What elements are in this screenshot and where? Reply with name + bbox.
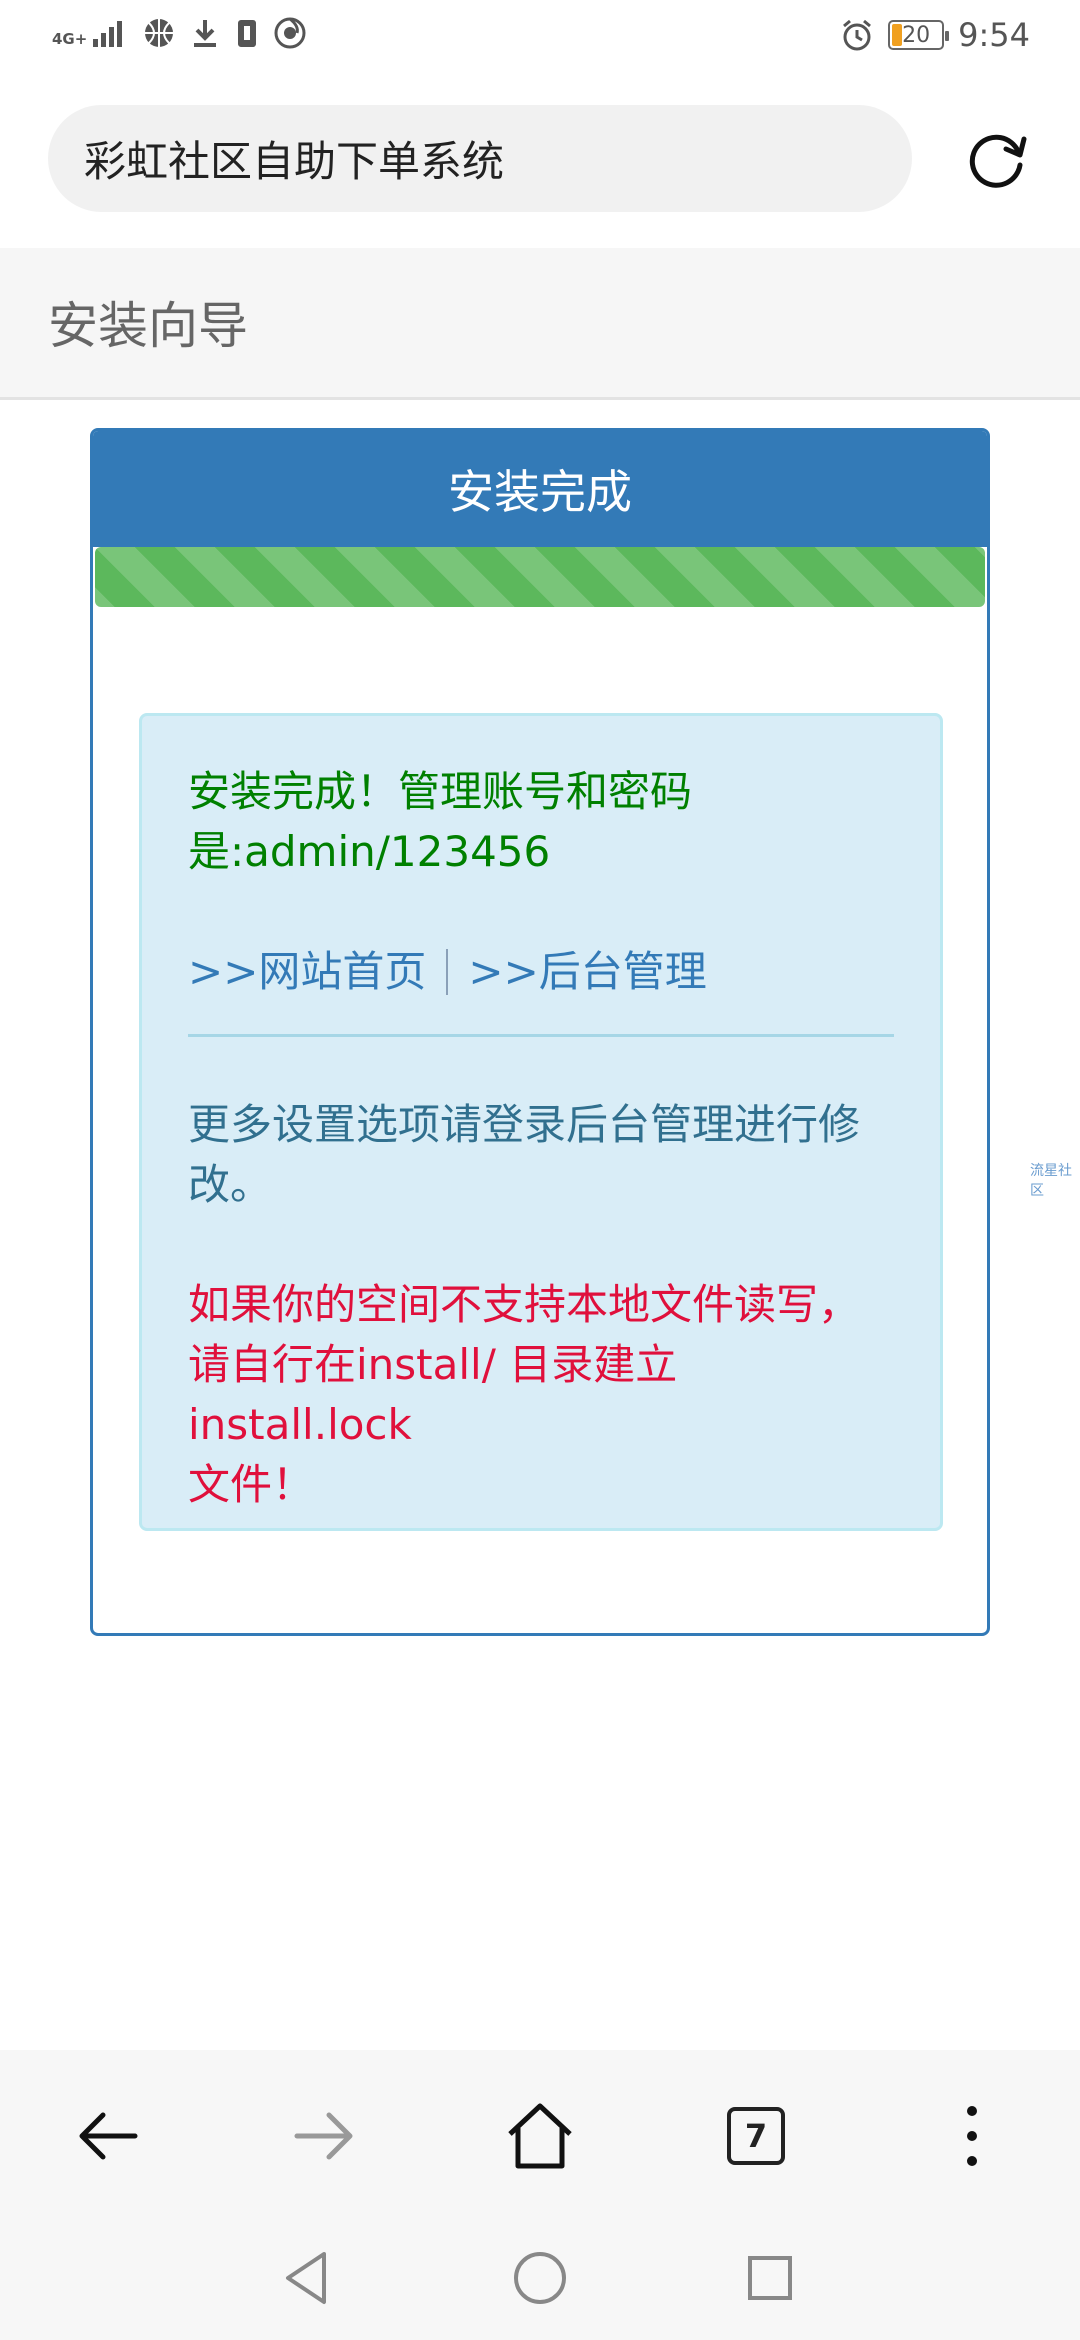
nav-home-icon[interactable] <box>508 2246 572 2310</box>
tabs-button[interactable]: 7 <box>716 2096 796 2176</box>
admin-link[interactable]: >>后台管理 <box>468 942 706 1002</box>
reload-icon[interactable] <box>958 121 1034 197</box>
tabs-icon: 7 <box>727 2107 785 2165</box>
battery-indicator: 20 <box>888 20 950 50</box>
home-link[interactable]: >>网站首页 <box>188 942 426 1002</box>
info-line1: 更多设置选项请登录后台管理进行修 <box>188 1100 861 1149</box>
warning-line3: 文件！ <box>188 1460 315 1509</box>
status-right: 20 9:54 <box>840 16 1030 54</box>
progress-bar <box>95 547 985 607</box>
success-message-line1: 安装完成！管理账号和密码 <box>188 767 693 816</box>
browser-icon <box>274 17 306 49</box>
link-group: >>网站首页 >>后台管理 <box>188 942 894 1002</box>
status-left: 4G+ <box>52 16 307 50</box>
success-message: 安装完成！管理账号和密码 是:admin/123456 <box>188 762 894 882</box>
signal-icon <box>93 21 123 47</box>
address-field[interactable]: 彩虹社区自助下单系统 <box>48 105 912 212</box>
warning-line2: 请自行在install/ 目录建立 install.lock <box>188 1340 678 1449</box>
warning-line1: 如果你的空间不支持本地文件读写， <box>188 1280 861 1329</box>
link-separator <box>446 949 449 995</box>
battery-fill <box>892 24 903 46</box>
network-indicator: 4G+ <box>52 19 129 47</box>
forward-button[interactable] <box>284 2096 364 2176</box>
nav-recents-icon[interactable] <box>738 2246 802 2310</box>
divider <box>188 1034 894 1037</box>
install-panel: 安装完成 安装完成！管理账号和密码 是:admin/123456 >>网站首页 … <box>90 428 990 1636</box>
info-line2: 改。 <box>188 1160 273 1209</box>
network-type-label: 4G+ <box>52 30 88 48</box>
battery-level: 20 <box>902 22 931 48</box>
nav-back-icon[interactable] <box>278 2246 342 2310</box>
panel-heading: 安装完成 <box>93 431 987 547</box>
page-header: 安装向导 <box>0 248 1080 400</box>
basketball-icon <box>145 19 174 47</box>
forward-icon <box>294 2112 353 2160</box>
install-complete-alert: 安装完成！管理账号和密码 是:admin/123456 >>网站首页 >>后台管… <box>139 713 943 1531</box>
download-icon <box>194 20 217 47</box>
address-title: 彩虹社区自助下单系统 <box>84 137 505 186</box>
more-icon <box>967 2106 977 2166</box>
back-icon <box>79 2112 138 2160</box>
sim-icon <box>238 20 257 47</box>
alarm-icon <box>843 19 872 51</box>
warning-message: 如果你的空间不支持本地文件读写， 请自行在install/ 目录建立 insta… <box>188 1275 894 1515</box>
back-button[interactable] <box>68 2096 148 2176</box>
clock: 9:54 <box>958 16 1030 54</box>
home-icon <box>508 2103 572 2169</box>
side-tag[interactable]: 流星社区 <box>1030 1160 1080 1200</box>
tab-count: 7 <box>744 2117 768 2155</box>
system-nav-bar <box>0 2218 1080 2340</box>
browser-toolbar: 7 <box>0 2050 1080 2218</box>
more-button[interactable] <box>932 2096 1012 2176</box>
page-title: 安装向导 <box>48 297 248 355</box>
status-bar: 4G+ 20 9:54 <box>0 0 1080 75</box>
browser-address-bar: 彩虹社区自助下单系统 <box>0 75 1080 248</box>
info-message: 更多设置选项请登录后台管理进行修 改。 <box>188 1095 894 1215</box>
success-message-line2: 是:admin/123456 <box>188 827 551 876</box>
home-button[interactable] <box>500 2096 580 2176</box>
